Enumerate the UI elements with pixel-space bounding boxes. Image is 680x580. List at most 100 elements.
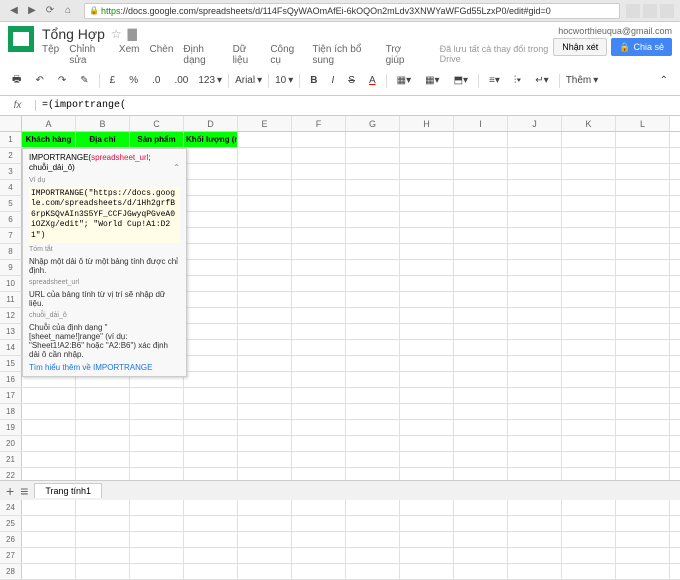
cell[interactable] — [562, 196, 616, 211]
cell[interactable] — [508, 420, 562, 435]
cell[interactable] — [76, 500, 130, 515]
cell[interactable] — [508, 132, 562, 147]
cell[interactable] — [454, 532, 508, 547]
currency-button[interactable]: £ — [106, 73, 120, 88]
cell[interactable] — [562, 532, 616, 547]
cell[interactable] — [454, 276, 508, 291]
row-header[interactable]: 13 — [0, 324, 22, 339]
cell[interactable]: Khối lượng (m2) — [184, 132, 238, 147]
cell[interactable] — [292, 228, 346, 243]
cell[interactable] — [400, 420, 454, 435]
cell[interactable] — [454, 372, 508, 387]
cell[interactable] — [562, 180, 616, 195]
back-button[interactable]: ◀ — [6, 3, 22, 19]
cell[interactable] — [616, 228, 670, 243]
cell[interactable] — [400, 196, 454, 211]
add-sheet-button[interactable]: + — [6, 483, 14, 499]
hint-learn-more-link[interactable]: Tìm hiểu thêm về IMPORTRANGE — [29, 363, 180, 372]
menu-edit[interactable]: Chỉnh sửa — [69, 44, 109, 66]
ext-icon[interactable] — [643, 4, 657, 18]
cell[interactable] — [400, 292, 454, 307]
cell[interactable] — [508, 548, 562, 563]
formula-input[interactable]: =(importrange( — [36, 100, 680, 111]
cell[interactable] — [562, 244, 616, 259]
cell[interactable] — [346, 244, 400, 259]
cell[interactable] — [508, 356, 562, 371]
row-header[interactable]: 8 — [0, 244, 22, 259]
cell[interactable] — [346, 452, 400, 467]
cell[interactable] — [454, 404, 508, 419]
cell[interactable] — [616, 260, 670, 275]
cell[interactable] — [454, 500, 508, 515]
cell[interactable] — [130, 516, 184, 531]
cell[interactable] — [508, 388, 562, 403]
cell[interactable] — [76, 436, 130, 451]
col-header[interactable]: H — [400, 116, 454, 131]
cell[interactable] — [22, 452, 76, 467]
cell[interactable] — [346, 148, 400, 163]
cell[interactable] — [238, 420, 292, 435]
cell[interactable] — [346, 404, 400, 419]
cell[interactable] — [562, 164, 616, 179]
cell[interactable] — [400, 132, 454, 147]
italic-button[interactable]: I — [328, 73, 339, 88]
cell[interactable] — [184, 516, 238, 531]
cell[interactable] — [454, 308, 508, 323]
cell[interactable] — [616, 372, 670, 387]
cell[interactable] — [238, 132, 292, 147]
cell[interactable] — [76, 388, 130, 403]
cell[interactable]: Địa chỉ — [76, 132, 130, 147]
cell[interactable] — [454, 516, 508, 531]
cell[interactable] — [562, 500, 616, 515]
star-icon[interactable]: ☆ — [111, 27, 122, 41]
cell[interactable] — [508, 452, 562, 467]
cell[interactable] — [616, 564, 670, 579]
cell[interactable] — [508, 196, 562, 211]
dec-increase[interactable]: .00 — [170, 73, 192, 88]
cell[interactable] — [76, 532, 130, 547]
cell[interactable] — [22, 516, 76, 531]
cell[interactable] — [400, 356, 454, 371]
row-header[interactable]: 16 — [0, 372, 22, 387]
cell[interactable] — [238, 436, 292, 451]
cell[interactable] — [130, 500, 184, 515]
ext-icon[interactable] — [626, 4, 640, 18]
sheets-logo-icon[interactable] — [8, 26, 34, 52]
cell[interactable] — [616, 500, 670, 515]
cell[interactable] — [238, 516, 292, 531]
cell[interactable] — [184, 244, 238, 259]
cell[interactable] — [184, 452, 238, 467]
cell[interactable] — [562, 324, 616, 339]
cell[interactable] — [76, 404, 130, 419]
cell[interactable] — [616, 164, 670, 179]
cell[interactable] — [508, 532, 562, 547]
cell[interactable] — [616, 436, 670, 451]
cell[interactable] — [454, 548, 508, 563]
cell[interactable] — [292, 516, 346, 531]
col-header[interactable]: C — [130, 116, 184, 131]
cell[interactable] — [184, 532, 238, 547]
cell[interactable] — [400, 532, 454, 547]
row-header[interactable]: 26 — [0, 532, 22, 547]
row-header[interactable]: 17 — [0, 388, 22, 403]
row-header[interactable]: 28 — [0, 564, 22, 579]
cell[interactable] — [400, 180, 454, 195]
cell[interactable] — [292, 244, 346, 259]
cell[interactable] — [238, 548, 292, 563]
cell[interactable] — [292, 436, 346, 451]
cell[interactable] — [238, 196, 292, 211]
bold-button[interactable]: B — [306, 73, 321, 88]
cell[interactable] — [562, 132, 616, 147]
cell[interactable] — [184, 292, 238, 307]
cell[interactable] — [130, 388, 184, 403]
row-header[interactable]: 25 — [0, 516, 22, 531]
cell[interactable] — [346, 324, 400, 339]
account-email[interactable]: hocworthieuqua@gmail.com — [553, 26, 672, 36]
cell[interactable] — [346, 532, 400, 547]
cell[interactable] — [292, 164, 346, 179]
cell[interactable] — [562, 308, 616, 323]
cell[interactable] — [508, 372, 562, 387]
text-color-button[interactable]: A — [365, 73, 380, 88]
cell[interactable] — [454, 244, 508, 259]
font-dd[interactable]: Arial▾ — [235, 75, 262, 86]
